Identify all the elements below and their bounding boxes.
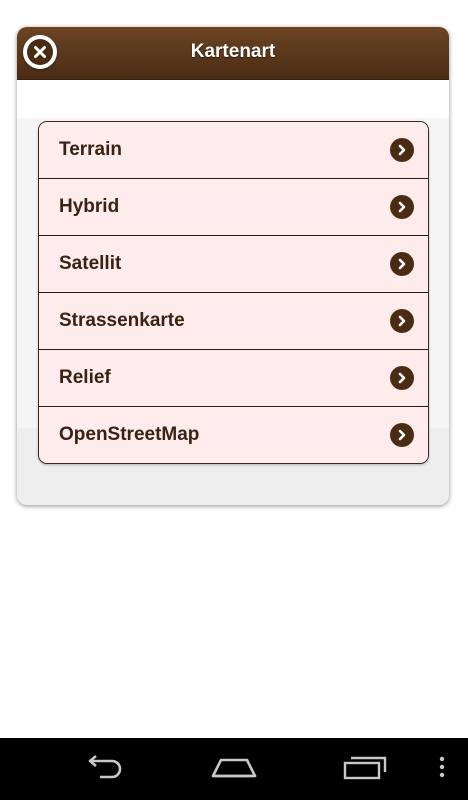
list-item-satellit[interactable]: Satellit — [39, 236, 428, 293]
list-item-openstreetmap[interactable]: OpenStreetMap — [39, 407, 428, 463]
system-navigation-bar — [0, 738, 468, 800]
body-top-band — [17, 80, 449, 118]
dialog-title: Kartenart — [190, 41, 276, 62]
list-item-label: Terrain — [59, 139, 123, 160]
dialog-header: Kartenart — [17, 27, 449, 80]
recent-apps-icon — [341, 754, 389, 785]
map-type-dialog: Kartenart Terrain Hybrid Satellit Strass… — [17, 27, 449, 505]
list-item-label: Hybrid — [59, 196, 120, 217]
back-icon — [82, 754, 128, 785]
list-item-label: OpenStreetMap — [59, 424, 200, 445]
screen: Kartenart Terrain Hybrid Satellit Strass… — [0, 0, 468, 800]
list-item-hybrid[interactable]: Hybrid — [39, 179, 428, 236]
home-button[interactable] — [208, 754, 260, 784]
chevron-right-circle-icon — [390, 252, 414, 276]
list-item-relief[interactable]: Relief — [39, 350, 428, 407]
list-item-terrain[interactable]: Terrain — [39, 122, 428, 179]
recent-apps-button[interactable] — [340, 754, 390, 784]
list-item-strassenkarte[interactable]: Strassenkarte — [39, 293, 428, 350]
menu-button[interactable] — [432, 754, 452, 784]
list-item-label: Relief — [59, 367, 111, 388]
map-type-list: Terrain Hybrid Satellit Strassenkarte Re… — [38, 121, 429, 464]
list-item-label: Strassenkarte — [59, 310, 185, 331]
home-icon — [209, 754, 259, 785]
back-button[interactable] — [80, 754, 130, 784]
menu-icon — [439, 756, 445, 783]
chevron-right-circle-icon — [390, 138, 414, 162]
chevron-right-circle-icon — [390, 366, 414, 390]
list-item-label: Satellit — [59, 253, 122, 274]
chevron-right-circle-icon — [390, 195, 414, 219]
dialog-body: Terrain Hybrid Satellit Strassenkarte Re… — [17, 80, 449, 505]
chevron-right-circle-icon — [390, 309, 414, 333]
chevron-right-circle-icon — [390, 423, 414, 447]
